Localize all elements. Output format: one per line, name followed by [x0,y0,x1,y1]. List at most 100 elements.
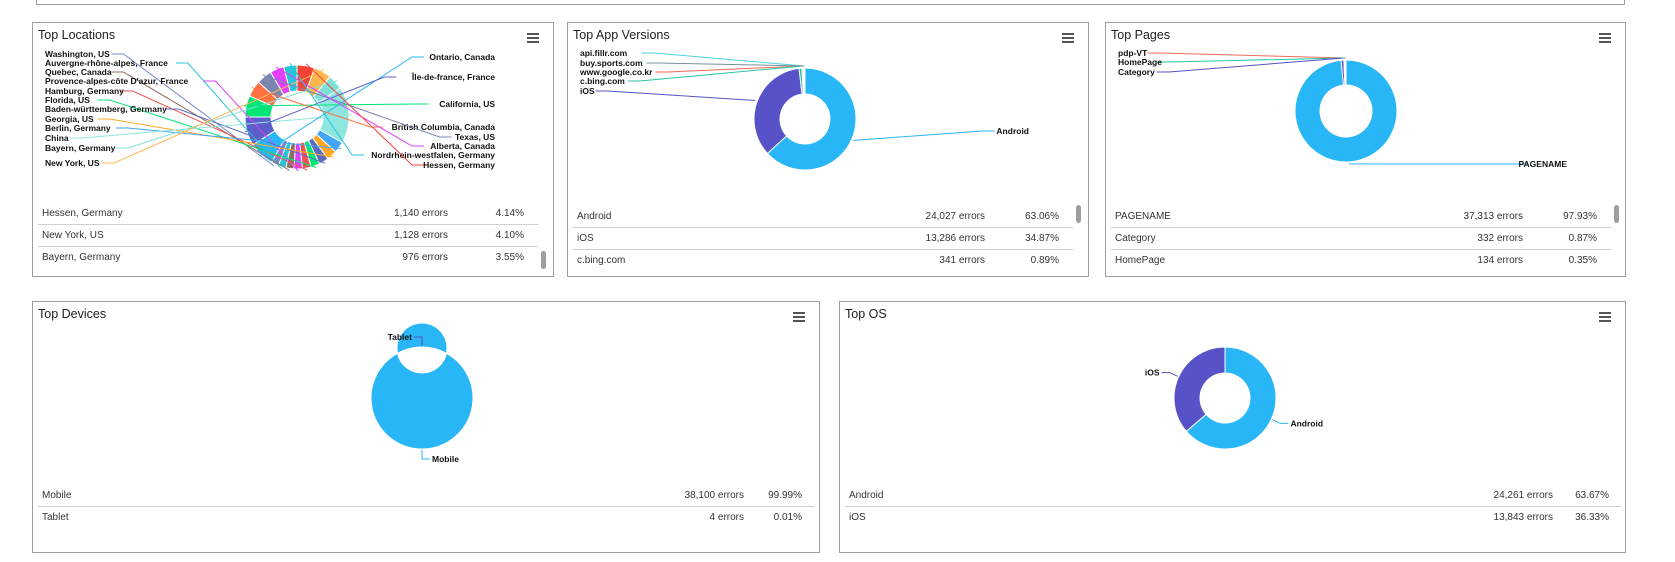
row-name: iOS [577,233,594,244]
row-name: Mobile [42,490,72,501]
scrollbar-thumb[interactable] [1614,205,1619,223]
slice-label: Mobile [432,454,459,464]
slice-label: British Columbia, Canada [392,122,496,132]
table-row[interactable]: Android 24,027 errors 63.06% [573,206,1073,228]
donut-chart: Android iOS [1145,346,1323,450]
row-errors: 13,843 errors [1493,512,1553,523]
data-table: Mobile 38,100 errors 99.99% Tablet 4 errors 0… [38,485,814,529]
row-percent: 4.14% [495,208,524,219]
donut-chart: Mobile Tablet [370,322,474,464]
slice-label: Baden-württemberg, Germany [45,104,167,114]
table-row[interactable]: Tablet 4 errors 0.01% [38,507,814,529]
connector-line [595,90,756,102]
connector-line [116,127,341,150]
row-name: Android [577,211,612,222]
row-errors: 341 errors [939,255,985,266]
table-row[interactable]: Bayern, Germany 976 errors 3.55% [38,247,538,269]
slice-label: iOS [580,86,595,96]
row-name: Bayern, Germany [42,252,121,263]
pie-slice-ios[interactable] [1173,346,1226,433]
scrollbar-thumb[interactable] [1076,205,1081,223]
slice-label: Tablet [388,332,413,342]
connector-line [421,449,431,460]
row-errors: 24,027 errors [925,211,985,222]
top-devices-card: Top Devices Mobile Tablet Mobile 38,100 er… [32,301,820,553]
donut-chart: pdp-VTHomePageCategoryPAGENAME [1118,48,1568,169]
row-errors: 13,286 errors [925,233,985,244]
row-errors: 1,140 errors [394,208,448,219]
row-name: New York, US [42,230,104,241]
row-percent: 0.87% [1568,233,1597,244]
row-errors: 4 errors [709,512,744,523]
scrollbar-thumb[interactable] [541,251,546,269]
row-percent: 34.87% [1025,233,1059,244]
slice-label: Android [1290,418,1323,428]
data-table: Android 24,027 errors 63.06% iOS 13,286 erro… [573,206,1073,272]
slice-label: China [45,133,69,143]
table-row[interactable]: Mobile 38,100 errors 99.99% [38,485,814,507]
slice-label: Île-de-france, France [411,71,495,82]
table-row[interactable]: iOS 13,843 errors 36.33% [845,507,1621,529]
pie-slice-ios[interactable] [753,67,803,155]
data-table: Hessen, Germany 1,140 errors 4.14% New York… [38,203,538,269]
slice-label: api.fillr.com [580,48,628,58]
slice-label: Android [996,126,1029,136]
connector-line [1272,419,1289,424]
slice-label: HomePage [1118,57,1162,67]
slice-label: Category [1118,67,1155,77]
row-name: HomePage [1115,255,1166,266]
slice-label: Ontario, Canada [429,52,495,62]
row-percent: 0.35% [1568,255,1597,266]
top-pages-card: Top Pages pdp-VT HomePage Category PAGENAME… [1105,22,1626,277]
table-row[interactable]: Hessen, Germany 1,140 errors 4.14% [38,203,538,225]
data-table: Android 24,261 errors 63.67% iOS 13,843 erro… [845,485,1621,529]
table-row[interactable]: c.bing.com 341 errors 0.89% [573,250,1073,272]
slice-label: iOS [1145,368,1160,378]
row-errors: 976 errors [402,252,448,263]
data-table: PAGENAME 37,313 errors 97.93% Category 332 e… [1111,206,1611,272]
table-row[interactable]: PAGENAME 37,313 errors 97.93% [1111,206,1611,228]
table-row[interactable]: Category 332 errors 0.87% [1111,228,1611,250]
row-percent: 97.93% [1563,211,1597,222]
slice-label: PAGENAME [1519,159,1568,169]
table-row[interactable]: Android 24,261 errors 63.67% [845,485,1621,507]
row-percent: 99.99% [768,490,802,501]
row-name: c.bing.com [577,255,626,266]
pie-slice-api-fillr-com[interactable] [803,67,806,95]
row-percent: 36.33% [1575,512,1609,523]
top-os-card: Top OS Android iOS Android 24,261 errors 63… [839,301,1626,553]
table-row[interactable]: HomePage 134 errors 0.35% [1111,250,1611,272]
row-errors: 37,313 errors [1463,211,1523,222]
row-errors: 332 errors [1477,233,1523,244]
row-name: PAGENAME [1115,211,1171,222]
row-percent: 63.06% [1025,211,1059,222]
row-name: iOS [849,512,866,523]
row-percent: 0.89% [1030,255,1059,266]
slice-label: Hessen, Germany [423,160,495,170]
row-percent: 0.01% [773,512,802,523]
row-name: Tablet [42,512,69,523]
connector-line [853,130,995,141]
table-row[interactable]: iOS 13,286 errors 34.87% [573,228,1073,250]
row-percent: 4.10% [495,230,524,241]
donut-chart: api.fillr.combuy.sports.comwww.google.co… [579,48,1029,171]
row-name: Android [849,490,884,501]
top-panel-edge [36,0,1625,5]
top-locations-card: Top Locations Washington, US Auvergne-rhô… [32,22,554,277]
pie-slice-pdp-vt[interactable] [1344,59,1347,86]
slice-label: New York, US [45,158,100,168]
table-row[interactable]: New York, US 1,128 errors 4.10% [38,225,538,247]
connector-line [97,118,334,158]
slice-label: Bayern, Germany [45,143,116,153]
slice-label: Berlin, Germany [45,123,111,133]
slice-label: c.bing.com [580,76,625,86]
donut-chart: Washington, USAuvergne-rhône-alpes, Fran… [45,49,496,172]
connector-line [1147,52,1346,59]
row-percent: 3.55% [495,252,524,263]
top-app-versions-card: Top App Versions api.fillr.com buy.sports… [567,22,1089,277]
connector-line [655,65,803,73]
slice-label: California, US [439,99,495,109]
row-errors: 38,100 errors [684,490,744,501]
row-name: Category [1115,233,1156,244]
row-errors: 1,128 errors [394,230,448,241]
